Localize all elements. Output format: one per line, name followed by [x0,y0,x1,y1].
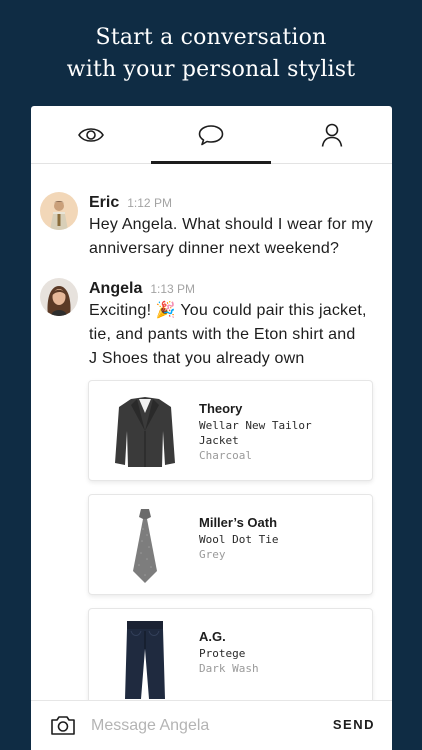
product-name-line: Wool Dot Tie [199,533,279,546]
product-color: Charcoal [199,449,252,462]
product-name-line: Protege [199,647,246,660]
product-name: Wellar New Tailor Jacket [199,418,369,448]
message-text: Exciting! 🎉 You could pair this jacket, … [89,299,379,371]
tab-looks[interactable] [31,106,151,164]
message-line: J Shoes that you already own [89,350,305,367]
product-brand: A.G. [199,629,226,644]
sender-name: Eric 1:12 PM [89,194,172,212]
product-card-jacket[interactable]: Theory Wellar New Tailor Jacket Charcoal [88,380,373,481]
message-time: 1:12 PM [127,196,172,210]
product-color: Dark Wash [199,662,259,675]
tab-chat[interactable] [151,106,271,164]
camera-icon[interactable] [50,714,76,736]
headline: Start a conversation with your personal … [0,22,422,86]
message-time: 1:13 PM [150,282,196,296]
jeans-image [125,621,165,699]
jacket-image [115,397,175,467]
headline-line-2: with your personal stylist [66,57,356,82]
message-input[interactable] [91,713,311,739]
headline-line-1: Start a conversation [95,25,327,50]
message-line: Hey Angela. What should I wear for my [89,216,373,233]
message-text: Hey Angela. What should I wear for my an… [89,213,379,261]
chat-bubble-icon [198,125,224,146]
message-composer: SEND [31,700,392,750]
product-brand: Theory [199,401,243,416]
avatar-eric[interactable] [40,192,78,230]
product-brand: Miller’s Oath [199,515,278,530]
message-line: anniversary dinner next weekend? [89,240,340,257]
eye-icon [78,128,104,142]
sender-name: Angela 1:13 PM [89,280,195,298]
active-tab-indicator [151,161,271,164]
product-name: Protege [199,646,369,661]
product-name-line: Wellar New Tailor [199,419,312,432]
product-color: Grey [199,548,226,561]
product-card-jeans[interactable]: A.G. Protege Dark Wash [88,608,373,709]
product-card-tie[interactable]: Miller’s Oath Wool Dot Tie Grey [88,494,373,595]
chat-card: Eric 1:12 PM Hey Angela. What should I we… [31,106,392,750]
tab-profile[interactable] [271,106,392,164]
message-line: tie, and pants with the Eton shirt and [89,326,356,343]
tab-bar [31,106,392,164]
send-button[interactable]: SEND [333,717,375,732]
avatar-angela[interactable] [40,278,78,316]
sender-name-text: Eric [89,194,120,211]
profile-icon [321,123,342,147]
sender-name-text: Angela [89,280,143,297]
product-name-line: Jacket [199,434,239,447]
product-name: Wool Dot Tie [199,532,369,547]
tie-image [133,509,157,583]
message-line: Exciting! 🎉 You could pair this jacket, [89,302,367,319]
